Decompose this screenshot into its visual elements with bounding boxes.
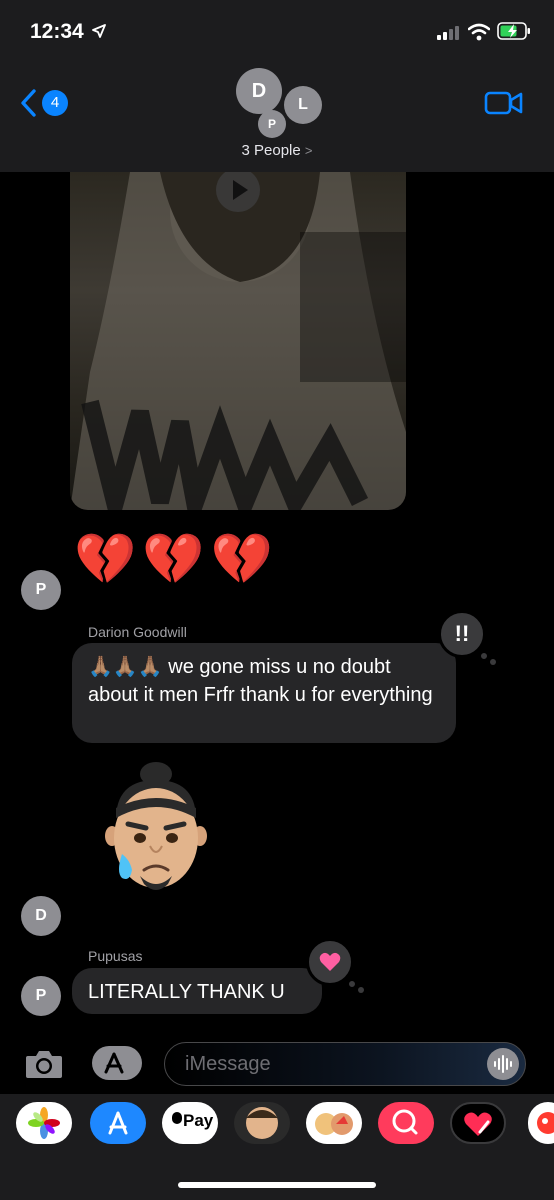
heart-tapback[interactable] [306, 938, 364, 993]
more-stickers-icon [537, 1112, 554, 1134]
imessage-input[interactable]: iMessage [164, 1042, 526, 1086]
app-store-button[interactable] [92, 1046, 142, 1080]
tapback-tail [347, 979, 357, 989]
cellular-signal-icon [437, 26, 459, 40]
sender-avatar-p[interactable]: P [21, 570, 61, 610]
search-images-app-button[interactable] [378, 1102, 434, 1144]
camera-icon[interactable] [24, 1048, 64, 1080]
participant-avatar-l[interactable]: L [284, 86, 322, 124]
unread-count-badge: 4 [42, 90, 68, 116]
search-images-icon [392, 1109, 418, 1135]
tapback-tail-small [490, 659, 496, 665]
audio-message-button[interactable] [487, 1048, 519, 1080]
memoji-app-button[interactable] [234, 1102, 290, 1144]
app-store-app-button[interactable] [90, 1102, 146, 1144]
status-time: 12:34 [30, 20, 84, 43]
waveform-icon [494, 1055, 512, 1073]
participant-avatar-d[interactable]: D [236, 68, 282, 114]
facetime-video-icon[interactable] [484, 90, 524, 116]
chevron-right-icon: > [304, 143, 313, 158]
emphasis-tapback[interactable]: !! [438, 610, 496, 665]
group-name: 3 People [241, 142, 301, 159]
broken-hearts-message[interactable]: 💔💔💔 [74, 530, 279, 589]
memoji-stickers-app-button[interactable] [306, 1102, 362, 1144]
app-store-icon [108, 1111, 128, 1135]
photos-icon [28, 1107, 60, 1139]
play-button[interactable] [216, 172, 260, 212]
message-bubble-pupusas[interactable]: LITERALLY THANK U [72, 968, 322, 1014]
tapback-tail-small [358, 987, 364, 993]
play-icon [233, 180, 248, 200]
sender-name-darion: Darion Goodwill [88, 624, 187, 640]
tapback-tail [479, 651, 489, 661]
exclamation-icon: !! [454, 621, 470, 646]
group-info-button[interactable]: 3 People > [0, 142, 554, 159]
conversation-header: 4 D L P 3 People > [0, 60, 554, 172]
heart-icon [319, 952, 341, 971]
app-store-icon [104, 1052, 124, 1074]
more-stickers-app-button[interactable] [528, 1102, 554, 1144]
location-arrow-icon [92, 24, 106, 38]
status-bar: 12:34 [0, 0, 554, 60]
apple-pay-icon [172, 1112, 182, 1124]
apple-pay-button[interactable]: Pay [162, 1102, 218, 1144]
digital-touch-icon [464, 1112, 492, 1136]
home-indicator[interactable] [178, 1182, 376, 1188]
message-input-bar: iMessage [0, 1034, 554, 1092]
sender-avatar-p2[interactable]: P [21, 976, 61, 1016]
message-bubble-darion[interactable]: 🙏🏽🙏🏽🙏🏽 we gone miss u no doubt about it … [72, 643, 456, 743]
video-thumbnail [70, 172, 406, 510]
photos-app-button[interactable] [16, 1102, 72, 1144]
crying-memoji-sticker[interactable] [100, 758, 210, 898]
battery-charging-icon [497, 22, 530, 40]
participant-avatar-p[interactable]: P [258, 110, 286, 138]
memoji-stickers-icon [315, 1113, 353, 1135]
imessage-placeholder: iMessage [185, 1053, 271, 1075]
digital-touch-app-button[interactable] [450, 1102, 506, 1144]
wifi-icon [468, 23, 490, 41]
sender-name-pupusas: Pupusas [88, 948, 143, 964]
chevron-left-icon [21, 89, 36, 117]
back-button[interactable]: 4 [20, 88, 76, 118]
sender-avatar-d[interactable]: D [21, 896, 61, 936]
video-message[interactable] [70, 172, 406, 510]
apple-pay-label: Pay [183, 1111, 214, 1130]
memoji-icon [246, 1107, 278, 1139]
